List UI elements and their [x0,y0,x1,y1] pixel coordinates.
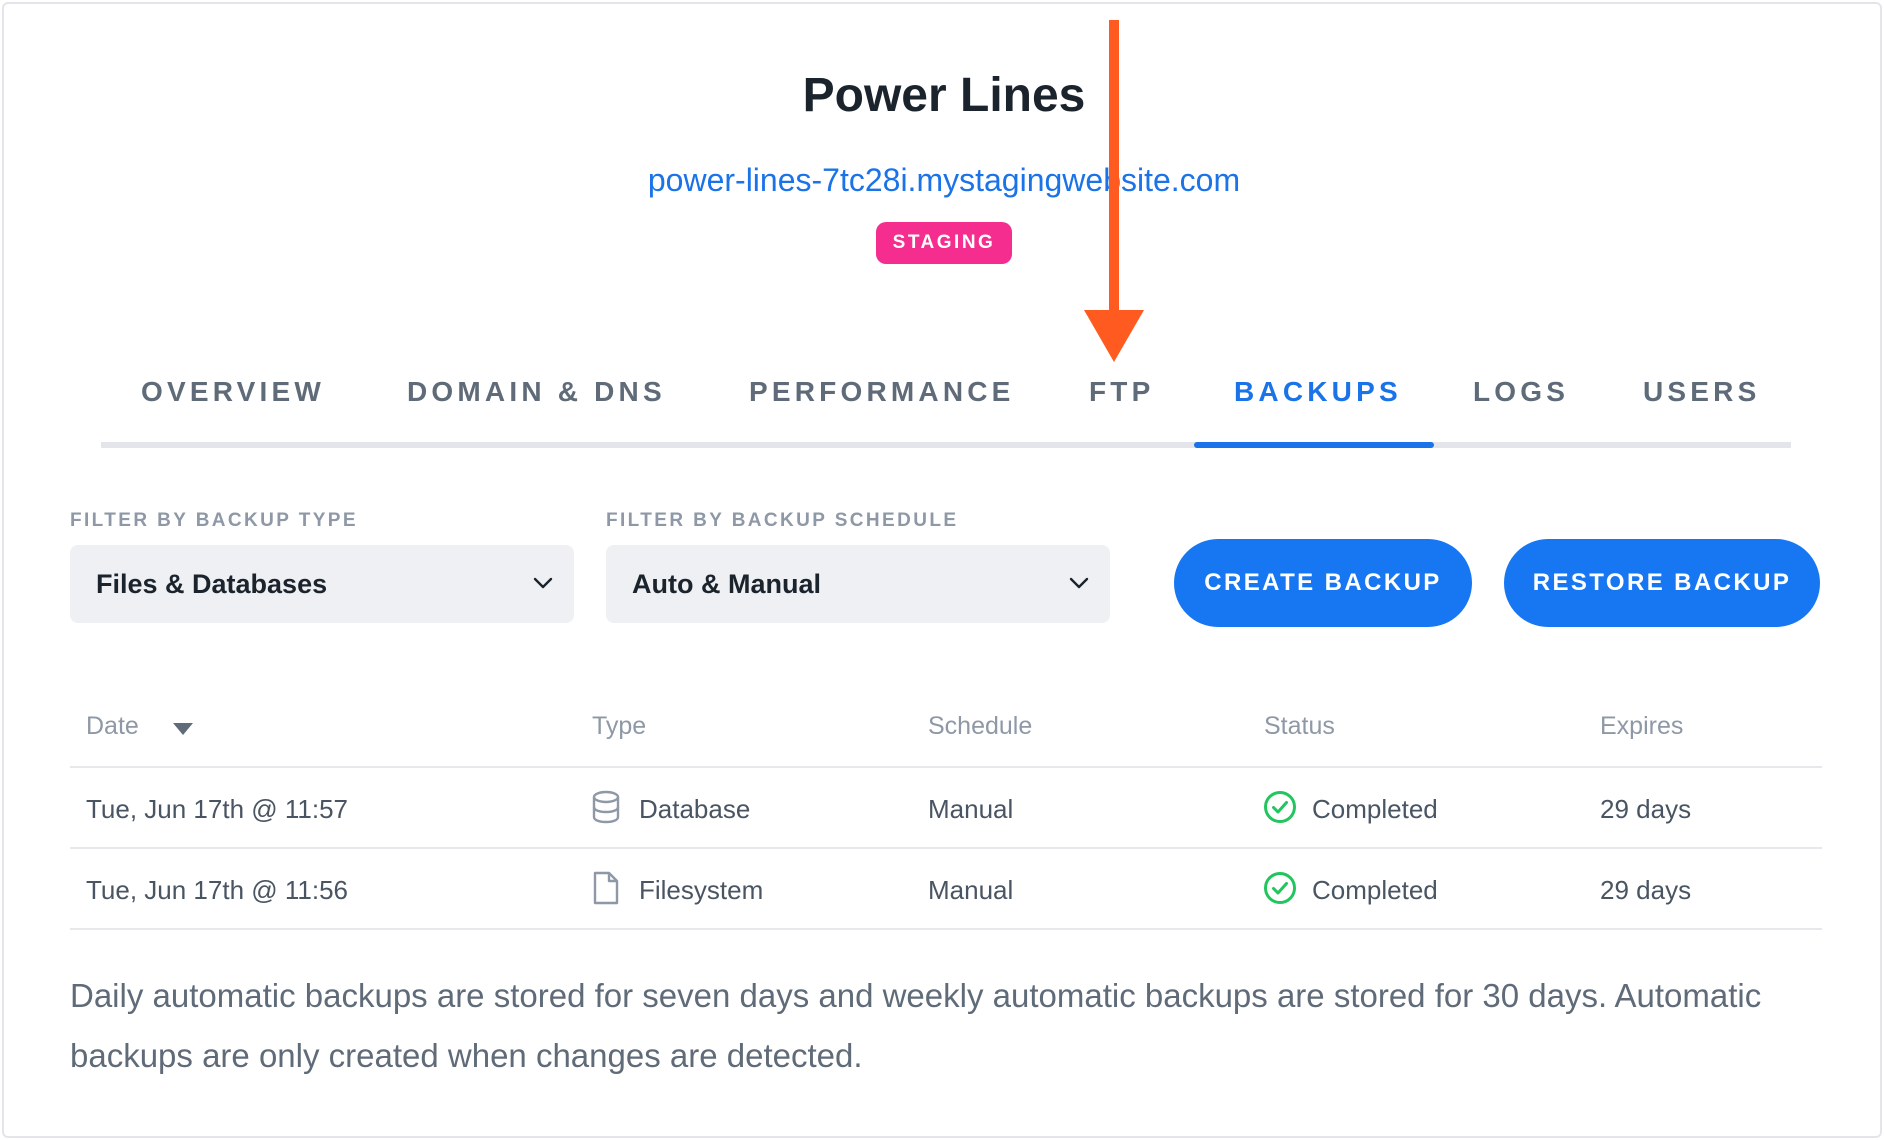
header-date[interactable]: Date [86,712,139,741]
table-row: Tue, Jun 17th @ 11:57 Database Manual Co… [70,768,1822,849]
filter-schedule-label: FILTER BY BACKUP SCHEDULE [606,510,959,531]
tab-logs[interactable]: LOGS [1473,376,1569,408]
backup-schedule-value: Auto & Manual [632,569,821,599]
tab-overview[interactable]: OVERVIEW [141,376,325,408]
check-circle-icon [1264,872,1296,904]
file-icon [593,871,619,905]
tab-users[interactable]: USERS [1643,376,1760,408]
backup-status: Completed [1312,875,1438,905]
create-backup-button[interactable]: CREATE BACKUP [1174,539,1472,627]
header-schedule: Schedule [928,712,1033,740]
header-type: Type [592,712,647,740]
tab-bar: OVERVIEW DOMAIN & DNS PERFORMANCE FTP BA… [101,364,1791,448]
sort-descending-icon[interactable] [172,722,194,736]
backups-table: Date Type Schedule Status Expires Tue, J… [70,694,1822,930]
page-title: Power Lines [802,69,1086,122]
backup-date: Tue, Jun 17th @ 11:56 [86,875,349,905]
annotation-arrow-icon [1084,20,1144,362]
backup-schedule: Manual [928,794,1014,824]
tab-domain-dns[interactable]: DOMAIN & DNS [407,376,666,408]
tab-backups[interactable]: BACKUPS [1234,376,1402,408]
tab-rail [101,442,1791,448]
table-header: Date Type Schedule Status Expires [70,694,1822,768]
backup-type: Database [639,794,751,824]
restore-backup-button[interactable]: RESTORE BACKUP [1504,539,1820,627]
backup-expires: 29 days [1600,794,1692,824]
backup-type-select[interactable]: Files & Databases [70,545,574,623]
backup-type-value: Files & Databases [96,569,328,599]
check-circle-icon [1264,791,1296,823]
backup-schedule-select[interactable]: Auto & Manual [606,545,1110,623]
backup-status: Completed [1312,794,1438,824]
staging-badge: STAGING [875,222,1013,264]
active-tab-indicator [1194,442,1434,448]
backup-retention-note: Daily automatic backups are stored for s… [70,977,1762,1074]
database-icon [592,790,620,824]
header-expires: Expires [1600,712,1684,740]
tab-performance[interactable]: PERFORMANCE [749,376,1015,408]
chevron-down-icon [533,577,553,589]
filter-type-label: FILTER BY BACKUP TYPE [70,510,358,531]
backup-expires: 29 days [1600,875,1692,905]
backup-date: Tue, Jun 17th @ 11:57 [86,794,349,824]
backup-type: Filesystem [639,875,764,905]
backup-schedule: Manual [928,875,1014,905]
site-url-link[interactable]: power-lines-7tc28i.mystagingwebsite.com [4,162,1884,199]
badge-wrap: STAGING [4,222,1884,264]
chevron-down-icon [1069,577,1089,589]
header-status: Status [1264,712,1335,740]
tab-ftp[interactable]: FTP [1089,376,1154,408]
table-row: Tue, Jun 17th @ 11:56 Filesystem Manual … [70,849,1822,930]
site-card: Power Lines power-lines-7tc28i.mystaging… [2,2,1882,1138]
